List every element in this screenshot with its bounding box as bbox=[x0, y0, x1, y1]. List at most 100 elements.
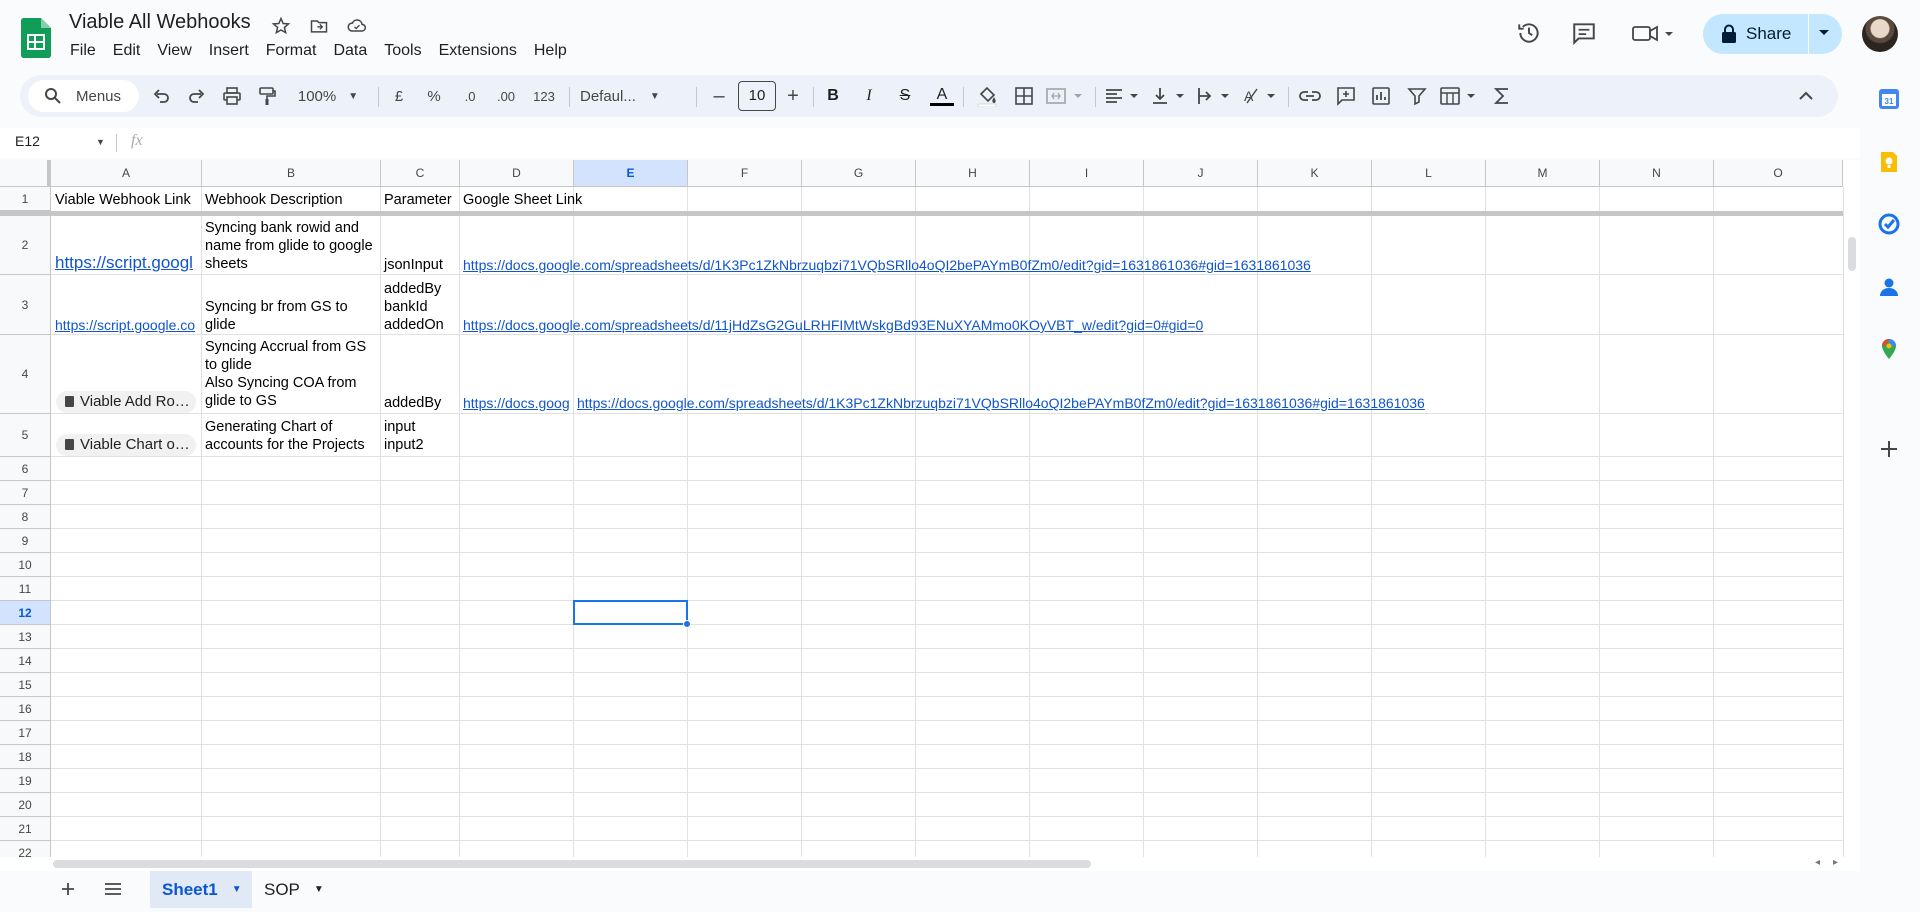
cell-a2[interactable]: https://script.googl bbox=[51, 253, 201, 273]
strikethrough-button[interactable]: S bbox=[894, 83, 916, 109]
cell-b3[interactable]: Syncing br from GS to glide bbox=[201, 298, 380, 334]
cell-a1[interactable]: Viable Webhook Link bbox=[51, 191, 202, 209]
row-header-9[interactable]: 9 bbox=[0, 529, 51, 553]
star-icon[interactable] bbox=[268, 13, 294, 39]
text-color-button[interactable]: A bbox=[928, 83, 956, 109]
paint-format-icon[interactable] bbox=[255, 83, 279, 109]
comments-icon[interactable] bbox=[1567, 16, 1601, 50]
cell-c5-line1[interactable]: input bbox=[380, 418, 460, 436]
calendar-icon[interactable]: 31 bbox=[1877, 87, 1901, 111]
cell-b2[interactable]: Syncing bank rowid and name from glide t… bbox=[201, 219, 380, 273]
row-header-4[interactable]: 4 bbox=[0, 335, 51, 414]
font-select[interactable]: Defaul... ▼ bbox=[580, 83, 690, 109]
menu-view[interactable]: View bbox=[157, 41, 197, 61]
row-header-2[interactable]: 2 bbox=[0, 216, 51, 275]
merge-cells-icon[interactable] bbox=[1045, 83, 1089, 109]
column-header-k[interactable]: K bbox=[1258, 160, 1372, 187]
sheet-tab-sop[interactable]: SOP ▼ bbox=[252, 871, 334, 908]
font-size-decrease-button[interactable]: – bbox=[708, 83, 730, 109]
version-history-icon[interactable] bbox=[1512, 16, 1546, 50]
spreadsheet-grid[interactable]: A B C D E F G H I J K L M N O 1 2 3 4 5 bbox=[0, 160, 1860, 859]
chevron-down-icon[interactable]: ▼ bbox=[232, 884, 242, 895]
column-header-n[interactable]: N bbox=[1600, 160, 1714, 187]
vertical-scroll-thumb[interactable] bbox=[1848, 237, 1856, 271]
menu-edit[interactable]: Edit bbox=[113, 41, 147, 61]
scroll-left-icon[interactable]: ◂ bbox=[1815, 857, 1820, 868]
all-sheets-icon[interactable] bbox=[104, 882, 122, 896]
share-button[interactable]: Share bbox=[1703, 14, 1842, 54]
cell-c3-line1[interactable]: addedBy bbox=[380, 280, 460, 298]
maps-icon[interactable] bbox=[1877, 337, 1901, 361]
filter-icon[interactable] bbox=[1404, 83, 1430, 109]
row-header-11[interactable]: 11 bbox=[0, 577, 51, 601]
column-header-m[interactable]: M bbox=[1486, 160, 1600, 187]
vertical-align-icon[interactable] bbox=[1149, 83, 1189, 109]
insert-chart-icon[interactable] bbox=[1368, 83, 1394, 109]
row-header-18[interactable]: 18 bbox=[0, 745, 51, 769]
sheets-logo-icon[interactable] bbox=[21, 18, 51, 58]
tasks-icon[interactable] bbox=[1877, 212, 1901, 236]
cell-c3-line2[interactable]: bankId bbox=[380, 298, 460, 316]
italic-button[interactable]: I bbox=[858, 83, 880, 109]
row-header-12[interactable]: 12 bbox=[0, 601, 51, 625]
cell-b4-line1[interactable]: Syncing Accrual from GS to glide bbox=[201, 338, 380, 374]
column-header-l[interactable]: L bbox=[1372, 160, 1486, 187]
text-rotation-icon[interactable]: A bbox=[1241, 83, 1281, 109]
selected-cell-e12[interactable] bbox=[573, 600, 688, 625]
column-header-i[interactable]: I bbox=[1030, 160, 1144, 187]
cell-c3-line3[interactable]: addedOn bbox=[380, 316, 460, 334]
column-header-a[interactable]: A bbox=[51, 160, 202, 187]
more-formats-button[interactable]: 123 bbox=[529, 83, 559, 109]
horizontal-scrollbar[interactable]: ◂ ▸ bbox=[0, 857, 1860, 871]
column-header-j[interactable]: J bbox=[1144, 160, 1258, 187]
row-header-10[interactable]: 10 bbox=[0, 553, 51, 577]
cell-d4[interactable]: https://docs.goog bbox=[459, 394, 573, 412]
menu-help[interactable]: Help bbox=[534, 41, 573, 61]
column-header-b[interactable]: B bbox=[202, 160, 381, 187]
add-sheet-icon[interactable] bbox=[60, 881, 76, 897]
row-header-13[interactable]: 13 bbox=[0, 625, 51, 649]
menu-file[interactable]: File bbox=[70, 41, 102, 61]
row-header-1[interactable]: 1 bbox=[0, 187, 51, 211]
row-header-7[interactable]: 7 bbox=[0, 481, 51, 505]
cloud-saved-icon[interactable] bbox=[344, 13, 370, 39]
bold-button[interactable]: B bbox=[822, 83, 844, 109]
cell-b4-line2[interactable]: Also Syncing COA from glide to GS bbox=[201, 374, 380, 410]
row-header-8[interactable]: 8 bbox=[0, 505, 51, 529]
fill-handle[interactable] bbox=[683, 620, 691, 628]
column-header-h[interactable]: H bbox=[916, 160, 1030, 187]
currency-button[interactable]: £ bbox=[389, 83, 409, 109]
avatar[interactable] bbox=[1862, 16, 1898, 52]
cell-c2[interactable]: jsonInput bbox=[380, 256, 460, 274]
keep-icon[interactable] bbox=[1877, 150, 1901, 174]
filter-views-icon[interactable] bbox=[1438, 83, 1482, 109]
row-header-20[interactable]: 20 bbox=[0, 793, 51, 817]
horizontal-scroll-thumb[interactable] bbox=[53, 860, 1091, 868]
column-header-g[interactable]: G bbox=[802, 160, 916, 187]
decrease-decimal-button[interactable]: .0 bbox=[456, 83, 484, 109]
fill-color-icon[interactable] bbox=[974, 83, 1000, 109]
share-dropdown-icon[interactable] bbox=[1818, 29, 1830, 37]
cell-c5-line2[interactable]: input2 bbox=[380, 436, 460, 454]
insert-link-icon[interactable] bbox=[1297, 83, 1323, 109]
column-header-d[interactable]: D bbox=[460, 160, 574, 187]
text-wrap-icon[interactable] bbox=[1195, 83, 1235, 109]
row-header-5[interactable]: 5 bbox=[0, 414, 51, 457]
cell-d1[interactable]: Google Sheet Link bbox=[459, 191, 679, 209]
cell-b1[interactable]: Webhook Description bbox=[201, 191, 380, 209]
menus-search[interactable]: Menus bbox=[28, 80, 139, 112]
get-addons-icon[interactable] bbox=[1879, 439, 1899, 459]
menu-format[interactable]: Format bbox=[266, 41, 323, 61]
vertical-scrollbar[interactable] bbox=[1843, 187, 1860, 859]
column-header-e[interactable]: E bbox=[574, 160, 688, 187]
row-header-21[interactable]: 21 bbox=[0, 817, 51, 841]
row-header-6[interactable]: 6 bbox=[0, 457, 51, 481]
insert-comment-icon[interactable] bbox=[1333, 83, 1359, 109]
functions-icon[interactable] bbox=[1489, 83, 1515, 109]
font-size-increase-button[interactable]: + bbox=[782, 83, 804, 109]
meet-call-icon[interactable] bbox=[1628, 16, 1678, 50]
undo-icon[interactable] bbox=[150, 83, 172, 109]
row-header-15[interactable]: 15 bbox=[0, 673, 51, 697]
print-icon[interactable] bbox=[220, 83, 244, 109]
name-box[interactable]: E12 bbox=[15, 133, 40, 149]
